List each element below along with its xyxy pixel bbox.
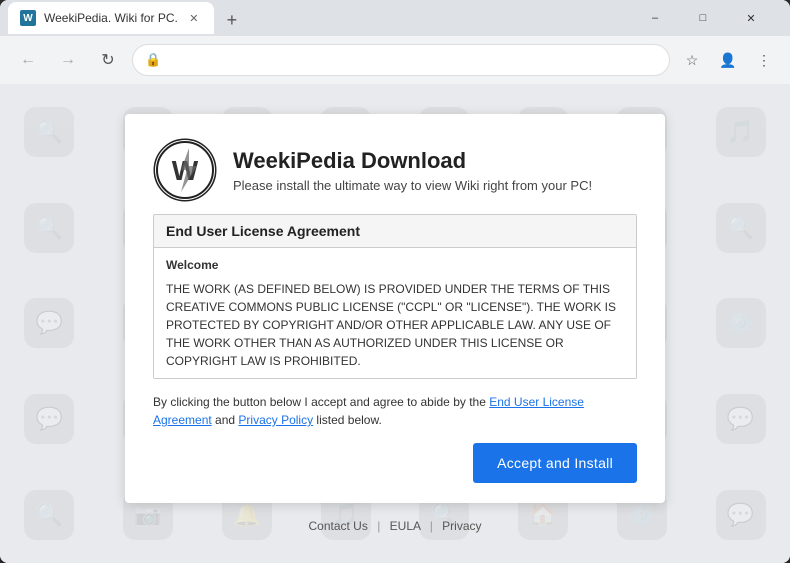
bg-icon: 🎵 bbox=[716, 107, 766, 157]
lock-icon: 🔒 bbox=[145, 52, 161, 68]
bg-icon: 🔍 bbox=[24, 203, 74, 253]
tab-title: WeekiPedia. Wiki for PC. bbox=[44, 11, 178, 25]
eula-body-text: THE WORK (AS DEFINED BELOW) IS PROVIDED … bbox=[166, 280, 624, 370]
page-footer: Contact Us | EULA | Privacy bbox=[308, 519, 481, 533]
footer-sep-1: | bbox=[377, 519, 380, 533]
footer-contact-link[interactable]: Contact Us bbox=[308, 519, 367, 533]
app-title-section: WeekiPedia Download Please install the u… bbox=[233, 148, 592, 193]
active-tab[interactable]: W WeekiPedia. Wiki for PC. ✕ bbox=[8, 2, 214, 34]
title-bar: W WeekiPedia. Wiki for PC. ✕ + – □ ✕ bbox=[0, 0, 790, 36]
reload-button[interactable]: ↻ bbox=[92, 44, 124, 76]
privacy-link[interactable]: Privacy Policy bbox=[238, 413, 313, 427]
address-bar[interactable]: 🔒 bbox=[132, 44, 670, 76]
eula-box: End User License Agreement Welcome THE W… bbox=[153, 214, 637, 379]
address-input[interactable] bbox=[167, 53, 657, 68]
page-content: 🔍 📧 🏠 ⚙️ 💬 📷 🔔 🎵 🔍 🏠 ⚙️ 💬 📡 🏠 ⚙️ 🔍 💬 🏠 🎵… bbox=[0, 84, 790, 563]
footer-sep-2: | bbox=[430, 519, 433, 533]
menu-button[interactable]: ⋮ bbox=[750, 46, 778, 74]
minimize-button[interactable]: – bbox=[632, 3, 678, 33]
main-card: W WeekiPedia Download Please install the… bbox=[125, 114, 665, 503]
eula-body[interactable]: Welcome THE WORK (AS DEFINED BELOW) IS P… bbox=[154, 248, 636, 378]
new-tab-button[interactable]: + bbox=[218, 6, 246, 34]
back-button[interactable]: ← bbox=[12, 44, 44, 76]
maximize-button[interactable]: □ bbox=[680, 3, 726, 33]
bg-icon: 💬 bbox=[716, 394, 766, 444]
footer-eula-link[interactable]: EULA bbox=[390, 519, 421, 533]
app-logo-svg: W bbox=[153, 138, 217, 202]
tab-close-button[interactable]: ✕ bbox=[186, 10, 202, 26]
browser-window: W WeekiPedia. Wiki for PC. ✕ + – □ ✕ ← →… bbox=[0, 0, 790, 563]
consent-suffix: listed below. bbox=[313, 413, 382, 427]
bg-icon: 💬 bbox=[716, 490, 766, 540]
window-controls: – □ ✕ bbox=[632, 3, 774, 33]
consent-prefix: By clicking the button below I accept an… bbox=[153, 395, 489, 409]
bg-icon: 🔍 bbox=[24, 490, 74, 540]
footer-privacy-link[interactable]: Privacy bbox=[442, 519, 481, 533]
bg-icon: 🔍 bbox=[716, 203, 766, 253]
bg-icon: ⚙️ bbox=[716, 298, 766, 348]
app-title: WeekiPedia Download bbox=[233, 148, 592, 174]
bookmark-button[interactable]: ☆ bbox=[678, 46, 706, 74]
consent-text: By clicking the button below I accept an… bbox=[153, 393, 637, 429]
button-area: Accept and Install bbox=[153, 443, 637, 483]
forward-button[interactable]: → bbox=[52, 44, 84, 76]
close-button[interactable]: ✕ bbox=[728, 3, 774, 33]
tab-bar: W WeekiPedia. Wiki for PC. ✕ + bbox=[8, 2, 632, 34]
navigation-bar: ← → ↻ 🔒 ☆ 👤 ⋮ bbox=[0, 36, 790, 84]
accept-install-button[interactable]: Accept and Install bbox=[473, 443, 637, 483]
app-tagline: Please install the ultimate way to view … bbox=[233, 178, 592, 193]
consent-middle: and bbox=[212, 413, 239, 427]
app-header: W WeekiPedia Download Please install the… bbox=[153, 138, 637, 202]
profile-button[interactable]: 👤 bbox=[714, 46, 742, 74]
bg-icon: 🔍 bbox=[24, 107, 74, 157]
tab-favicon: W bbox=[20, 10, 36, 26]
bg-icon: 💬 bbox=[24, 298, 74, 348]
eula-welcome-label: Welcome bbox=[166, 258, 218, 272]
eula-header: End User License Agreement bbox=[154, 215, 636, 248]
app-logo: W bbox=[153, 138, 217, 202]
bg-icon: 💬 bbox=[24, 394, 74, 444]
